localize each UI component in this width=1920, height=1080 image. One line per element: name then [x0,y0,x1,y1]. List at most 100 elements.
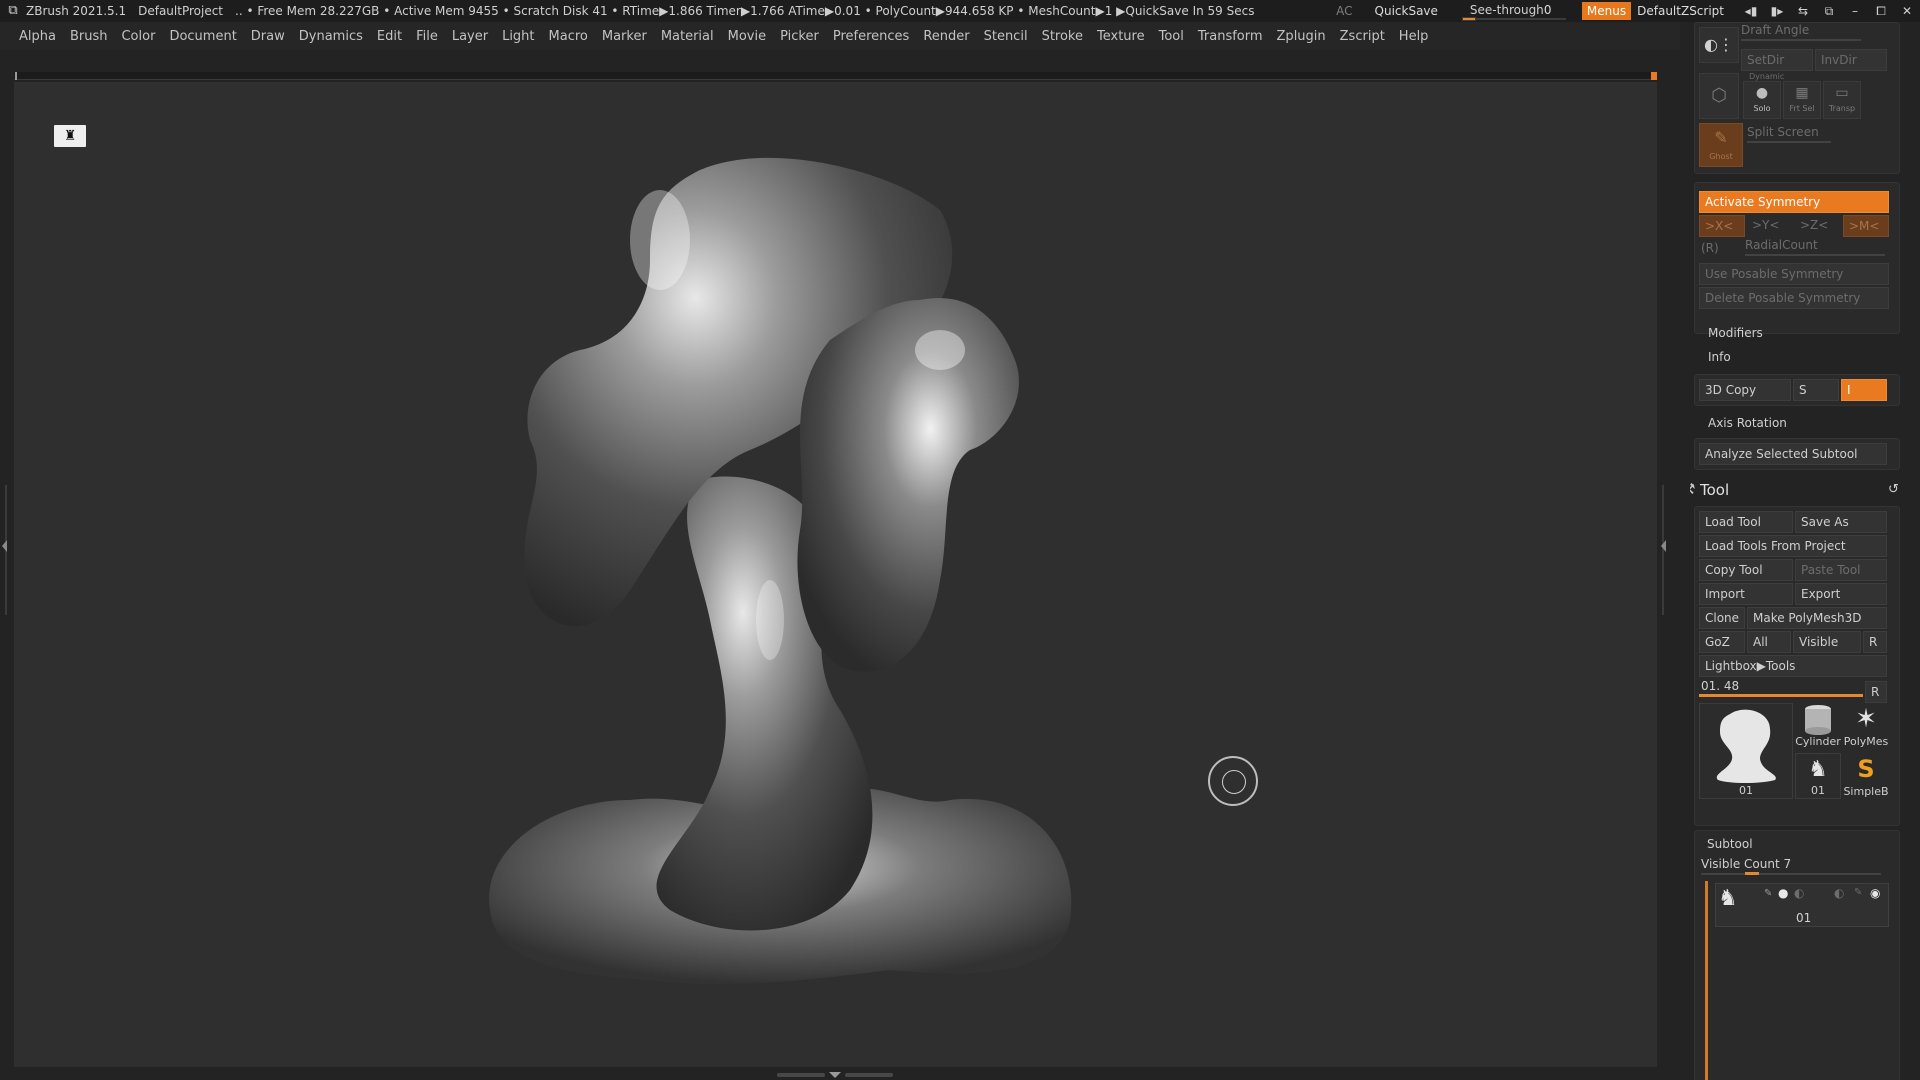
split-screen-slider[interactable] [1747,141,1831,143]
close-icon[interactable]: ✕ [1894,4,1920,18]
visible-count-slider[interactable] [1701,873,1881,875]
hammer-icon[interactable]: ⚒ [1690,480,1695,498]
modifiers-header[interactable]: Modifiers [1708,326,1763,340]
minimize-icon[interactable]: – [1842,4,1868,18]
quicksave-button[interactable]: QuickSave [1375,4,1438,18]
layout-save-icon[interactable]: ⧉ [1816,4,1842,19]
clone-button[interactable]: Clone [1699,607,1745,629]
polypaint-icon[interactable]: ● [1778,886,1788,900]
goz-r-button[interactable]: R [1863,631,1887,653]
menu-stencil[interactable]: Stencil [984,29,1028,44]
menu-preferences[interactable]: Preferences [833,29,909,44]
sym-x-button[interactable]: >X< [1699,215,1745,237]
save-as-button[interactable]: Save As [1795,511,1887,533]
transp-button[interactable]: ▭ Transp [1823,81,1861,119]
menu-material[interactable]: Material [661,29,714,44]
refresh-icon[interactable]: ↺ [1888,482,1899,497]
ac-button[interactable]: AC [1336,4,1352,18]
menu-macro[interactable]: Macro [549,29,588,44]
tool-thumb-simplebrush[interactable]: S SimpleB [1843,753,1889,799]
sym-m-button[interactable]: >M< [1843,215,1889,237]
use-posable-symmetry-button[interactable]: Use Posable Symmetry [1699,263,1889,285]
cube-icon[interactable]: ⬡ [1699,73,1739,119]
menu-help[interactable]: Help [1399,29,1429,44]
tool-header[interactable]: Tool [1700,481,1729,499]
tool-thumb-main[interactable]: 01 [1699,703,1793,799]
lightbox-tools-button[interactable]: Lightbox▶Tools [1699,655,1887,677]
info-header[interactable]: Info [1708,350,1731,364]
see-through-thumb[interactable] [1461,17,1476,21]
sym-r-label[interactable]: (R) [1701,241,1719,255]
menu-edit[interactable]: Edit [377,29,402,44]
menu-transform[interactable]: Transform [1198,29,1263,44]
figure-icon[interactable]: ♜ [54,125,86,147]
menu-dynamics[interactable]: Dynamics [299,29,363,44]
frt-sel-button[interactable]: ▦ Frt Sel [1783,81,1821,119]
3d-copy-s-button[interactable]: S [1793,379,1839,401]
goz-visible-button[interactable]: Visible [1793,631,1861,653]
setdir-button[interactable]: SetDir [1741,49,1813,71]
visible-count-thumb[interactable] [1745,872,1759,875]
chevron-down-icon[interactable] [829,1071,841,1078]
goz-all-button[interactable]: All [1747,631,1791,653]
subtool-scrollbar[interactable] [1705,881,1708,1080]
axis-rotation-header[interactable]: Axis Rotation [1708,416,1787,430]
strip-marker-right[interactable] [1651,72,1657,80]
solo-toggle-icon[interactable]: ◐ [1834,886,1844,900]
ghost-button[interactable]: ✎ Ghost [1699,123,1743,167]
menu-color[interactable]: Color [121,29,155,44]
right-tray-toggle[interactable] [1659,485,1669,615]
menu-alpha[interactable]: Alpha [19,29,56,44]
load-tools-from-project-button[interactable]: Load Tools From Project [1699,535,1887,557]
sym-y-button[interactable]: >Y< [1747,215,1793,237]
layout-right-icon[interactable]: ▮▸ [1764,4,1790,18]
draft-angle-slider[interactable] [1741,39,1861,41]
layout-left-icon[interactable]: ◂▮ [1738,4,1764,18]
sculpted-mesh[interactable] [470,150,1110,1000]
paste-tool-button[interactable]: Paste Tool [1795,559,1887,581]
menu-brush[interactable]: Brush [70,29,108,44]
3d-copy-button[interactable]: 3D Copy [1699,379,1791,401]
subtool-header[interactable]: Subtool [1707,837,1753,851]
layout-swap-icon[interactable]: ⇆ [1790,4,1816,18]
analyze-selected-subtool-button[interactable]: Analyze Selected Subtool [1699,443,1887,465]
menus-toggle-button[interactable]: Menus [1581,2,1632,20]
tool-slider-r-button[interactable]: R [1865,681,1887,703]
export-button[interactable]: Export [1795,583,1887,605]
menu-picker[interactable]: Picker [780,29,819,44]
menu-render[interactable]: Render [923,29,969,44]
eye-icon[interactable]: ◉ [1870,886,1880,900]
see-through-slider[interactable]: See-through 0 [1461,1,1566,21]
menu-document[interactable]: Document [169,29,236,44]
tool-thumb-small[interactable]: ♞ 01 [1795,753,1841,799]
menu-texture[interactable]: Texture [1097,29,1145,44]
activate-symmetry-button[interactable]: Activate Symmetry [1699,191,1889,213]
menu-draw[interactable]: Draw [251,29,285,44]
dynamic-icon[interactable]: ◐ [1794,886,1804,900]
bottom-shelf-grip[interactable] [770,1069,900,1080]
load-tool-button[interactable]: Load Tool [1699,511,1793,533]
menu-zplugin[interactable]: Zplugin [1277,29,1326,44]
menu-movie[interactable]: Movie [728,29,766,44]
make-polymesh3d-button[interactable]: Make PolyMesh3D [1747,607,1887,629]
tool-thumb-polymesh[interactable]: ✶ PolyMes [1843,703,1889,749]
tool-thumb-cylinder[interactable]: Cylinder [1795,703,1841,749]
import-button[interactable]: Import [1699,583,1793,605]
solo-button[interactable]: ● Solo [1743,81,1781,119]
subtool-item[interactable]: ♞ ✎ ● ◐ ◐ ✎ ◉ 01 [1715,883,1889,927]
floor-grid-icon[interactable]: ◐⋮ [1699,27,1739,63]
restore-icon[interactable]: ⧠ [1868,4,1894,19]
menu-layer[interactable]: Layer [452,29,488,44]
copy-tool-button[interactable]: Copy Tool [1699,559,1793,581]
chevron-left-icon[interactable] [2,540,7,552]
brush-small-icon[interactable]: ✎ [1854,887,1862,898]
delete-posable-symmetry-button[interactable]: Delete Posable Symmetry [1699,287,1889,309]
menu-file[interactable]: File [416,29,438,44]
left-tray-toggle[interactable] [0,485,10,615]
chevron-left-icon[interactable] [1661,540,1666,552]
invdir-button[interactable]: InvDir [1815,49,1887,71]
brush-icon[interactable]: ✎ [1764,888,1772,899]
menu-stroke[interactable]: Stroke [1042,29,1083,44]
sym-z-button[interactable]: >Z< [1795,215,1841,237]
menu-marker[interactable]: Marker [602,29,647,44]
